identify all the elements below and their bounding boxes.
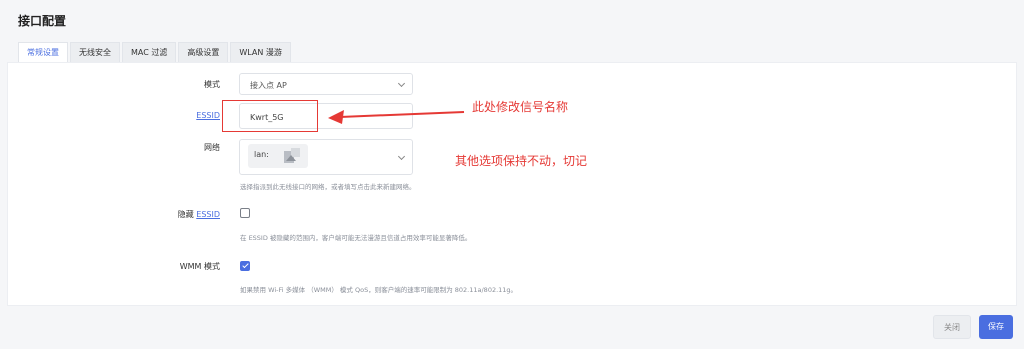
wmm-checkbox[interactable]: [240, 261, 250, 271]
tab-general[interactable]: 常规设置: [18, 42, 68, 62]
network-tag: lan:: [248, 144, 308, 168]
section-title: 接口配置: [18, 14, 67, 28]
hidden-essid-checkbox[interactable]: [240, 208, 250, 218]
tab-wireless-security[interactable]: 无线安全: [70, 42, 120, 62]
mode-select[interactable]: 接入点 AP: [239, 73, 413, 95]
network-hint: 选择指派到此无线接口的网络，或者填写点击此来新建网络。: [240, 183, 416, 191]
network-select[interactable]: lan:: [239, 139, 413, 175]
network-label: 网络: [204, 143, 220, 152]
hidden-essid-link[interactable]: ESSID: [196, 210, 220, 219]
tab-bar: 常规设置 无线安全 MAC 过滤 高级设置 WLAN 漫游: [18, 42, 293, 62]
network-port-icon: [284, 148, 300, 163]
annotation-highlight-box: [222, 100, 318, 132]
essid-link[interactable]: ESSID: [196, 111, 220, 120]
essid-label: ESSID: [150, 111, 220, 120]
annotation-arrow-icon: [328, 110, 465, 124]
annotation-keep-note: 其他选项保持不动，切记: [455, 154, 588, 168]
annotation-essid-note: 此处修改信号名称: [472, 100, 569, 114]
close-button[interactable]: 关闭: [933, 315, 971, 339]
tab-mac-filter[interactable]: MAC 过滤: [122, 42, 177, 62]
hidden-essid-hint: 在 ESSID 被隐藏的范围内，客户端可能无法漫游且信道占用效率可能显著降低。: [240, 234, 472, 242]
hidden-label-text: 隐藏: [177, 210, 194, 219]
network-tag-label: lan:: [254, 150, 269, 159]
mode-label: 模式: [204, 80, 220, 89]
mode-value: 接入点 AP: [250, 81, 287, 90]
chevron-down-icon: [397, 79, 406, 88]
hidden-essid-label: 隐藏 ESSID: [150, 209, 220, 220]
save-button[interactable]: 保存: [979, 315, 1013, 339]
chevron-down-icon: [397, 152, 406, 161]
tab-advanced[interactable]: 高级设置: [178, 42, 229, 62]
wmm-hint: 如果禁用 Wi-Fi 多媒体 （WMM） 模式 QoS，则客户端的速率可能限制为…: [240, 286, 518, 294]
wmm-label: WMM 模式: [179, 262, 220, 271]
tab-wlan-roaming[interactable]: WLAN 漫游: [230, 42, 291, 62]
